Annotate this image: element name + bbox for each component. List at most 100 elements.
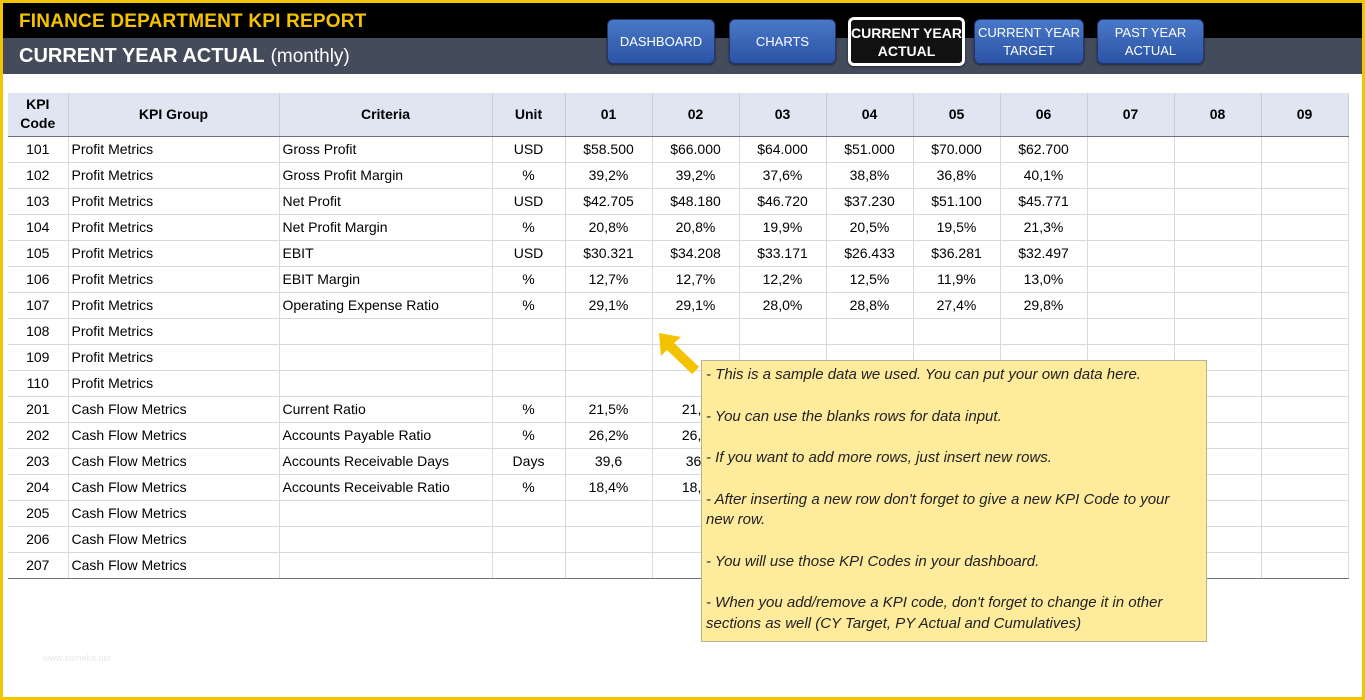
cell-month-value[interactable] (1087, 240, 1175, 267)
cell-unit[interactable]: USD (492, 240, 566, 267)
cell-criteria[interactable]: EBIT (279, 240, 493, 267)
cell-month-value[interactable]: $51.100 (913, 188, 1001, 215)
cell-criteria[interactable] (279, 552, 493, 579)
nav-button-past-year-actual[interactable]: PAST YEAR ACTUAL (1097, 19, 1204, 64)
cell-month-value[interactable] (1087, 136, 1175, 163)
nav-button-charts[interactable]: CHARTS (729, 19, 836, 64)
cell-month-value[interactable] (1261, 292, 1349, 319)
cell-unit[interactable]: % (492, 474, 566, 501)
cell-month-value[interactable] (565, 526, 653, 553)
cell-month-value[interactable] (1261, 266, 1349, 293)
cell-kpi-code[interactable]: 106 (8, 266, 69, 293)
cell-criteria[interactable]: Accounts Receivable Days (279, 448, 493, 475)
cell-kpi-group[interactable]: Profit Metrics (68, 370, 280, 397)
cell-criteria[interactable] (279, 370, 493, 397)
cell-month-value[interactable] (1174, 214, 1262, 241)
cell-criteria[interactable]: Net Profit Margin (279, 214, 493, 241)
cell-month-value[interactable]: 37,6% (739, 162, 827, 189)
cell-kpi-code[interactable]: 201 (8, 396, 69, 423)
cell-month-value[interactable] (1261, 474, 1349, 501)
cell-kpi-code[interactable]: 109 (8, 344, 69, 371)
cell-month-value[interactable] (565, 370, 653, 397)
cell-month-value[interactable]: 19,9% (739, 214, 827, 241)
cell-kpi-group[interactable]: Profit Metrics (68, 240, 280, 267)
cell-criteria[interactable]: Gross Profit Margin (279, 162, 493, 189)
cell-unit[interactable]: % (492, 266, 566, 293)
cell-month-value[interactable]: $46.720 (739, 188, 827, 215)
cell-month-value[interactable]: 12,7% (565, 266, 653, 293)
cell-kpi-group[interactable]: Cash Flow Metrics (68, 422, 280, 449)
cell-unit[interactable]: USD (492, 136, 566, 163)
cell-month-value[interactable]: 29,8% (1000, 292, 1088, 319)
info-note[interactable]: - This is a sample data we used. You can… (701, 360, 1207, 642)
cell-kpi-group[interactable]: Cash Flow Metrics (68, 526, 280, 553)
cell-month-value[interactable]: 21,5% (565, 396, 653, 423)
cell-month-value[interactable]: 12,2% (739, 266, 827, 293)
cell-month-value[interactable] (1261, 188, 1349, 215)
cell-month-value[interactable]: $64.000 (739, 136, 827, 163)
cell-unit[interactable]: USD (492, 188, 566, 215)
cell-month-value[interactable]: 39,2% (565, 162, 653, 189)
cell-kpi-group[interactable]: Profit Metrics (68, 162, 280, 189)
cell-month-value[interactable]: 19,5% (913, 214, 1001, 241)
cell-criteria[interactable] (279, 526, 493, 553)
cell-kpi-code[interactable]: 101 (8, 136, 69, 163)
cell-month-value[interactable] (1174, 240, 1262, 267)
cell-kpi-group[interactable]: Profit Metrics (68, 344, 280, 371)
cell-month-value[interactable]: $34.208 (652, 240, 740, 267)
cell-unit[interactable]: % (492, 292, 566, 319)
cell-kpi-group[interactable]: Cash Flow Metrics (68, 474, 280, 501)
cell-month-value[interactable]: 29,1% (565, 292, 653, 319)
cell-month-value[interactable] (565, 552, 653, 579)
cell-month-value[interactable]: $70.000 (913, 136, 1001, 163)
cell-criteria[interactable]: Gross Profit (279, 136, 493, 163)
nav-button-current-year-actual[interactable]: CURRENT YEAR ACTUAL (848, 17, 965, 66)
cell-criteria[interactable] (279, 500, 493, 527)
cell-month-value[interactable]: 39,6 (565, 448, 653, 475)
cell-month-value[interactable]: 12,5% (826, 266, 914, 293)
cell-month-value[interactable] (1174, 318, 1262, 345)
cell-month-value[interactable] (826, 318, 914, 345)
cell-month-value[interactable]: $37.230 (826, 188, 914, 215)
cell-kpi-code[interactable]: 107 (8, 292, 69, 319)
cell-month-value[interactable]: $36.281 (913, 240, 1001, 267)
cell-month-value[interactable] (1261, 214, 1349, 241)
cell-month-value[interactable]: 13,0% (1000, 266, 1088, 293)
cell-unit[interactable] (492, 552, 566, 579)
cell-month-value[interactable]: $45.771 (1000, 188, 1088, 215)
cell-month-value[interactable] (1174, 266, 1262, 293)
cell-kpi-code[interactable]: 103 (8, 188, 69, 215)
nav-button-dashboard[interactable]: DASHBOARD (607, 19, 715, 64)
cell-month-value[interactable] (1174, 162, 1262, 189)
cell-criteria[interactable]: Net Profit (279, 188, 493, 215)
cell-month-value[interactable]: 38,8% (826, 162, 914, 189)
cell-month-value[interactable]: 18,4% (565, 474, 653, 501)
cell-month-value[interactable] (565, 500, 653, 527)
cell-month-value[interactable] (1174, 292, 1262, 319)
cell-kpi-code[interactable]: 105 (8, 240, 69, 267)
cell-month-value[interactable]: 29,1% (652, 292, 740, 319)
cell-kpi-group[interactable]: Cash Flow Metrics (68, 552, 280, 579)
cell-unit[interactable] (492, 370, 566, 397)
cell-month-value[interactable]: 11,9% (913, 266, 1001, 293)
cell-month-value[interactable] (1261, 344, 1349, 371)
cell-month-value[interactable] (739, 318, 827, 345)
cell-month-value[interactable]: 12,7% (652, 266, 740, 293)
cell-month-value[interactable] (1261, 448, 1349, 475)
cell-kpi-code[interactable]: 207 (8, 552, 69, 579)
cell-month-value[interactable]: 20,5% (826, 214, 914, 241)
cell-month-value[interactable]: 28,0% (739, 292, 827, 319)
cell-kpi-group[interactable]: Profit Metrics (68, 188, 280, 215)
cell-month-value[interactable]: 39,2% (652, 162, 740, 189)
cell-month-value[interactable] (1261, 526, 1349, 553)
cell-kpi-group[interactable]: Profit Metrics (68, 136, 280, 163)
cell-kpi-code[interactable]: 104 (8, 214, 69, 241)
cell-month-value[interactable]: $42.705 (565, 188, 653, 215)
cell-month-value[interactable] (1000, 318, 1088, 345)
cell-kpi-group[interactable]: Cash Flow Metrics (68, 448, 280, 475)
cell-month-value[interactable] (1261, 500, 1349, 527)
cell-month-value[interactable]: $51.000 (826, 136, 914, 163)
cell-unit[interactable] (492, 318, 566, 345)
cell-month-value[interactable] (1261, 370, 1349, 397)
cell-kpi-group[interactable]: Cash Flow Metrics (68, 500, 280, 527)
